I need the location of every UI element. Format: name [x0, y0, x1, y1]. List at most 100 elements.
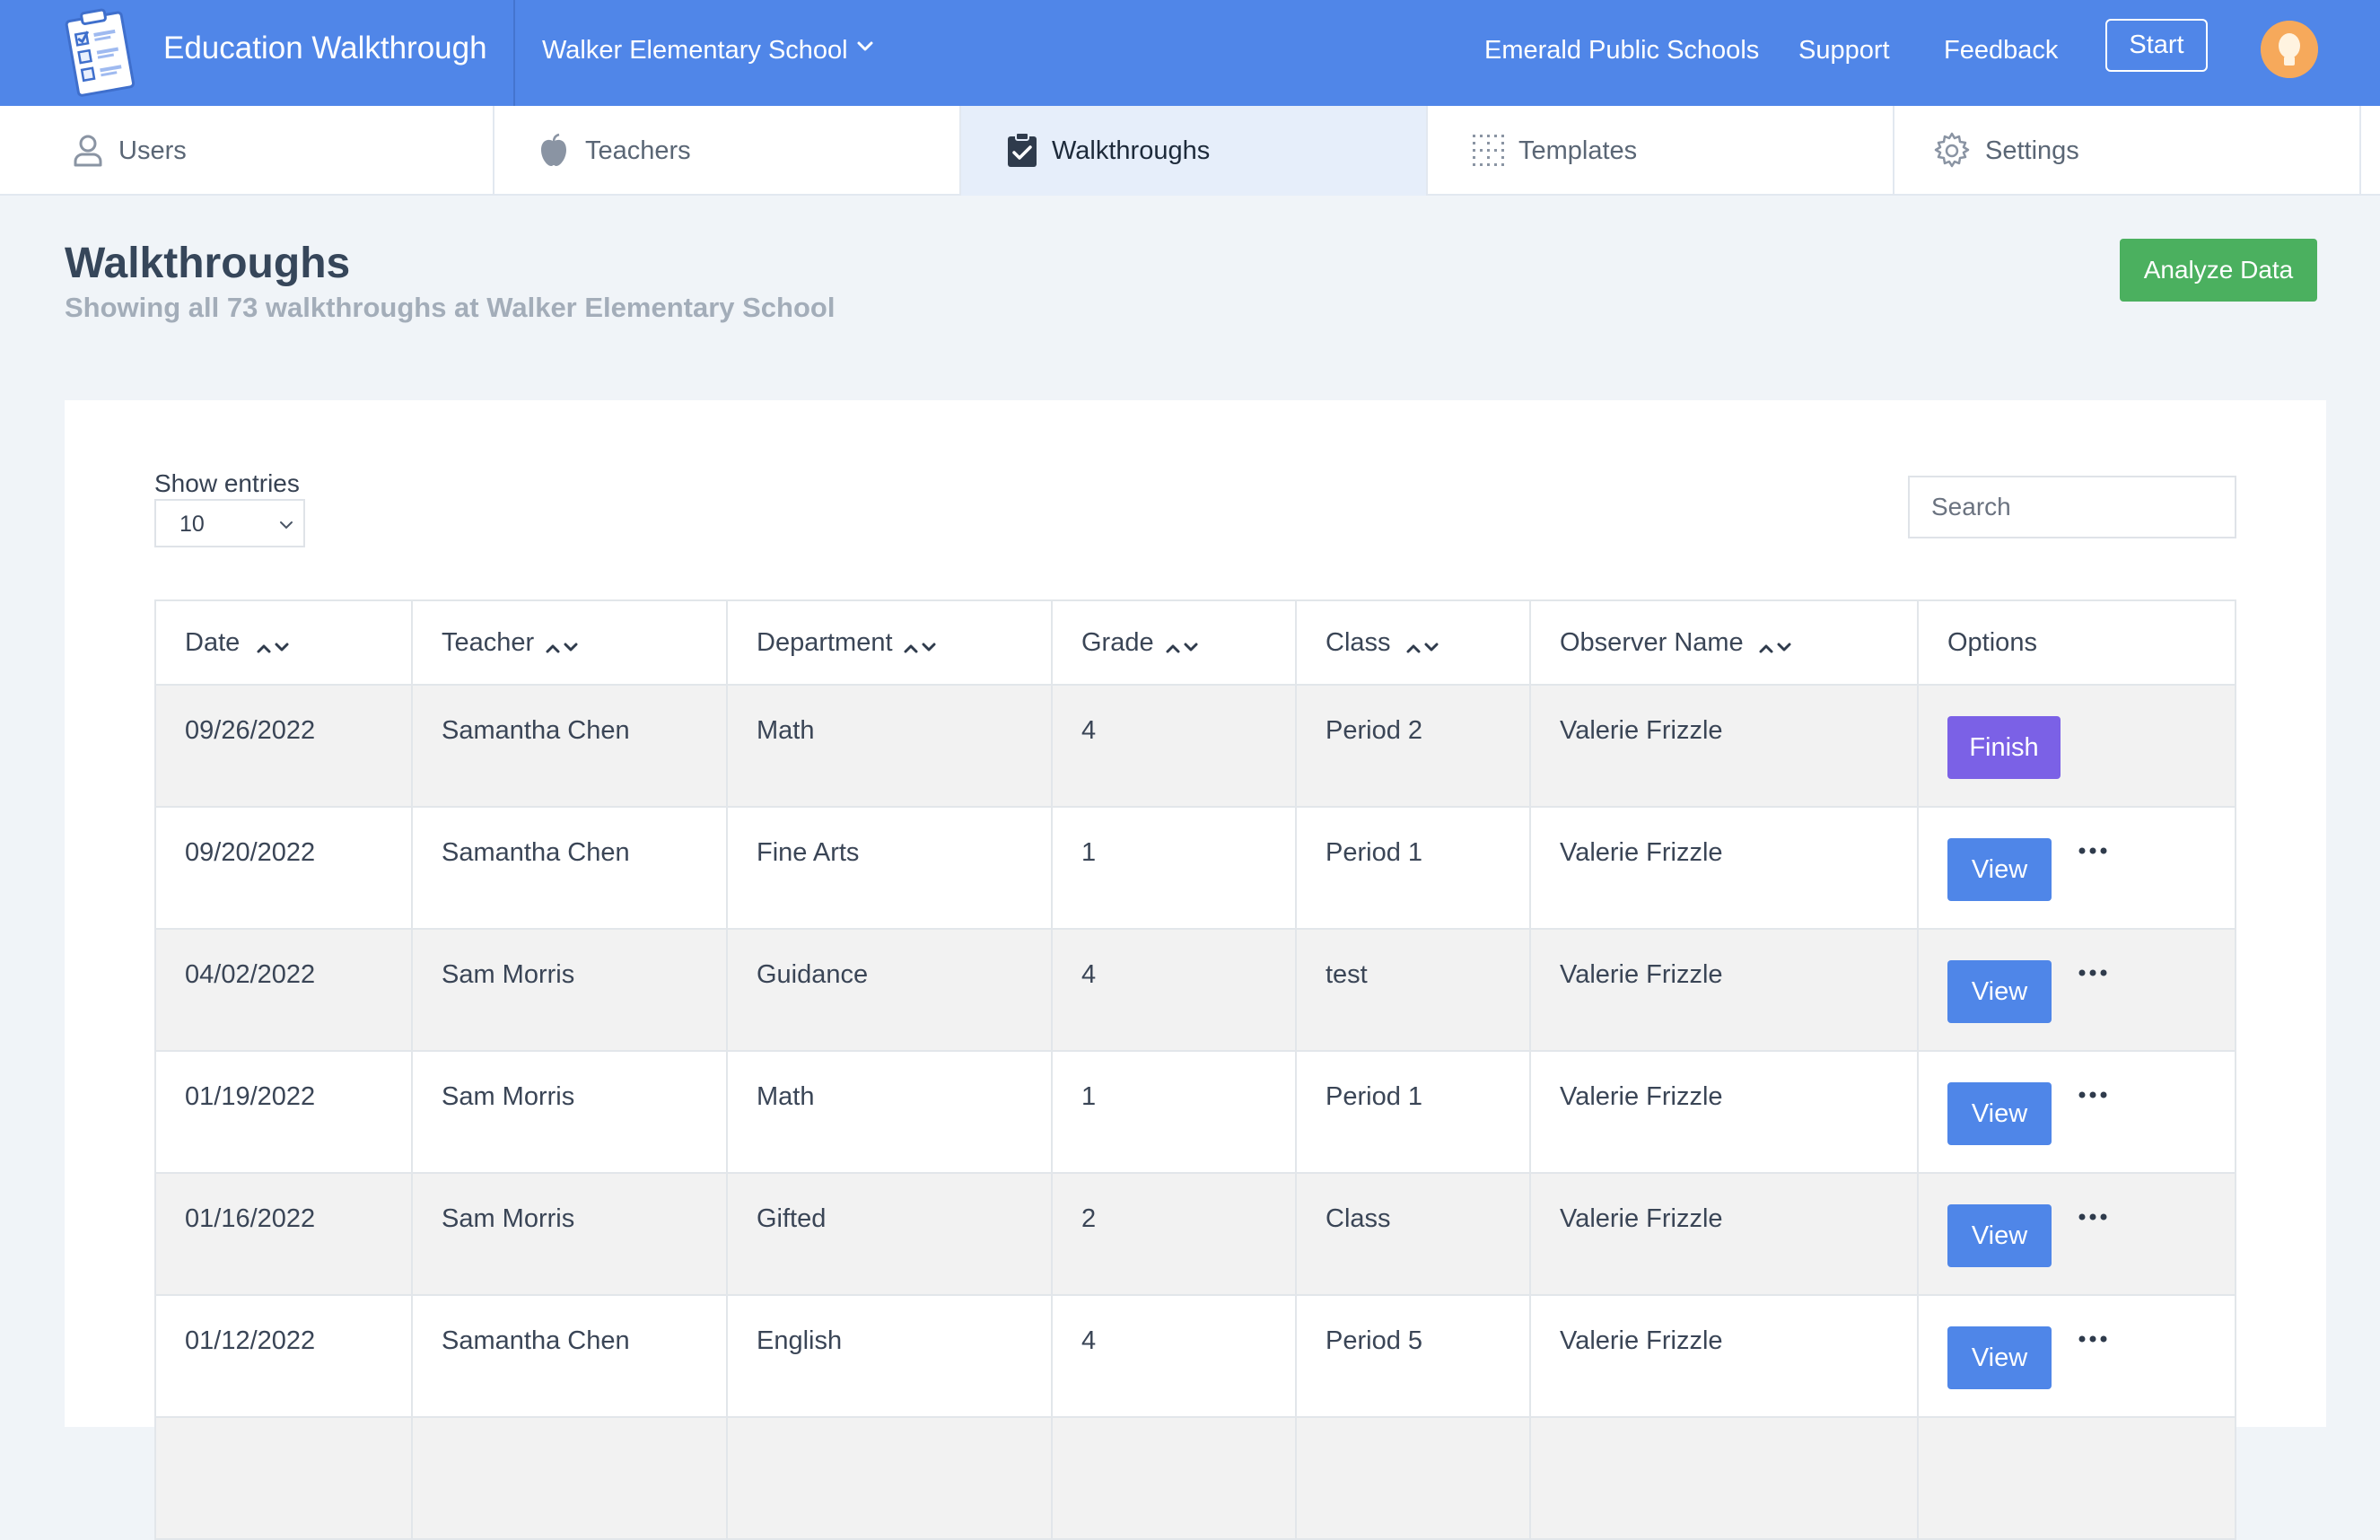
sort-icon[interactable] [255, 639, 294, 657]
entries-value: 10 [179, 512, 205, 537]
table-row[interactable]: 01/16/2022 Sam Morris Gifted 2 Class Val… [156, 1174, 2235, 1296]
user-icon [74, 135, 102, 167]
feedback-link[interactable]: Feedback [1944, 32, 2058, 68]
more-options-icon[interactable] [2075, 840, 2111, 862]
cell-text: Period 1 [1326, 838, 1423, 867]
clipboard-logo-icon[interactable] [59, 7, 142, 97]
sort-icon[interactable] [1757, 639, 1797, 657]
column-header-label: Department [757, 628, 893, 657]
cell-text: 09/20/2022 [185, 838, 316, 867]
view-button[interactable]: View [1947, 1082, 2052, 1145]
department-cell: English [728, 1296, 1053, 1416]
options-cell: View [1919, 808, 2235, 928]
column-header-class[interactable]: Class [1297, 601, 1531, 684]
tab-label: Teachers [585, 136, 691, 165]
view-button[interactable]: View [1947, 1326, 2052, 1389]
cell-text: Fine Arts [757, 838, 860, 867]
column-header-observer[interactable]: Observer Name [1531, 601, 1919, 684]
observer-cell: Valerie Frizzle [1531, 1174, 1919, 1294]
sort-icon[interactable] [544, 639, 583, 657]
teacher-cell: Sam Morris [413, 1174, 728, 1294]
date-cell: 01/19/2022 [156, 1052, 413, 1172]
column-header-options: Options [1919, 601, 2235, 684]
more-options-icon[interactable] [2075, 1206, 2111, 1228]
tab-label: Users [118, 136, 187, 165]
cell-text: Sam Morris [442, 1082, 575, 1111]
teacher-cell: Sam Morris [413, 930, 728, 1050]
top-navbar: Education Walkthrough Walker Elementary … [0, 0, 2380, 106]
cell-text: 01/19/2022 [185, 1082, 316, 1111]
observer-cell [1531, 1418, 1919, 1538]
grade-cell: 1 [1053, 1052, 1297, 1172]
teacher-cell: Samantha Chen [413, 1296, 728, 1416]
page-title: Walkthroughs [65, 240, 351, 287]
observer-cell: Valerie Frizzle [1531, 808, 1919, 928]
school-dropdown[interactable]: Walker Elementary School [513, 0, 901, 106]
department-cell: Math [728, 686, 1053, 806]
cell-text: test [1326, 960, 1368, 989]
cell-text: 1 [1081, 838, 1097, 867]
tab-templates[interactable]: Templates [1428, 106, 1894, 196]
sort-icon[interactable] [902, 639, 941, 657]
cell-text: Samantha Chen [442, 1326, 630, 1355]
app-title[interactable]: Education Walkthrough [163, 27, 487, 70]
cell-text: 4 [1081, 960, 1097, 989]
cell-text: Valerie Frizzle [1560, 1204, 1723, 1233]
tab-walkthroughs[interactable]: Walkthroughs [961, 106, 1428, 196]
column-header-label: Date [185, 628, 241, 657]
grade-cell [1053, 1418, 1297, 1538]
table-row[interactable]: 09/26/2022 Samantha Chen Math 4 Period 2… [156, 686, 2235, 808]
view-button[interactable]: View [1947, 838, 2052, 901]
cell-text: 04/02/2022 [185, 960, 316, 989]
more-options-icon[interactable] [2075, 1084, 2111, 1106]
column-header-grade[interactable]: Grade [1053, 601, 1297, 684]
class-cell: test [1297, 930, 1531, 1050]
entries-select[interactable]: 10 [154, 499, 305, 547]
support-link[interactable]: Support [1798, 32, 1890, 68]
column-header-department[interactable]: Department [728, 601, 1053, 684]
class-cell [1297, 1418, 1531, 1538]
tab-settings[interactable]: Settings [1894, 106, 2361, 196]
cell-text: 01/12/2022 [185, 1326, 316, 1355]
table-row[interactable]: 04/02/2022 Sam Morris Guidance 4 test Va… [156, 930, 2235, 1052]
chevron-down-icon [280, 521, 293, 529]
view-button[interactable]: View [1947, 1204, 2052, 1267]
grade-cell: 2 [1053, 1174, 1297, 1294]
analyze-data-button[interactable]: Analyze Data [2120, 239, 2317, 302]
finish-button[interactable]: Finish [1947, 716, 2061, 779]
date-cell: 09/26/2022 [156, 686, 413, 806]
column-header-teacher[interactable]: Teacher [413, 601, 728, 684]
sort-icon[interactable] [1164, 639, 1203, 657]
more-options-icon[interactable] [2075, 962, 2111, 984]
class-cell: Period 2 [1297, 686, 1531, 806]
tab-users[interactable]: Users [0, 106, 494, 196]
district-link[interactable]: Emerald Public Schools [1484, 32, 1759, 68]
cell-text: Valerie Frizzle [1560, 838, 1723, 867]
more-options-icon[interactable] [2075, 1328, 2111, 1350]
column-header-label: Observer Name [1560, 628, 1744, 657]
department-cell: Fine Arts [728, 808, 1053, 928]
search-input[interactable] [1908, 476, 2236, 538]
cell-text: Math [757, 1082, 815, 1111]
column-header-date[interactable]: Date [156, 601, 413, 684]
sort-icon[interactable] [1404, 639, 1444, 657]
start-button[interactable]: Start [2105, 19, 2208, 72]
cell-text: 2 [1081, 1204, 1097, 1233]
observer-cell: Valerie Frizzle [1531, 930, 1919, 1050]
column-header-label: Options [1947, 628, 2037, 657]
table-row[interactable]: 09/20/2022 Samantha Chen Fine Arts 1 Per… [156, 808, 2235, 930]
tab-teachers[interactable]: Teachers [494, 106, 961, 196]
avatar[interactable] [2261, 21, 2318, 78]
tab-label: Walkthroughs [1052, 136, 1211, 165]
table-row[interactable]: 01/19/2022 Sam Morris Math 1 Period 1 Va… [156, 1052, 2235, 1174]
department-cell: Gifted [728, 1174, 1053, 1294]
table-row[interactable]: 01/12/2022 Samantha Chen English 4 Perio… [156, 1296, 2235, 1418]
date-cell: 01/12/2022 [156, 1296, 413, 1416]
class-cell: Period 5 [1297, 1296, 1531, 1416]
lightbulb-icon [2261, 21, 2318, 78]
tab-label: Settings [1985, 136, 2079, 165]
date-cell: 09/20/2022 [156, 808, 413, 928]
view-button[interactable]: View [1947, 960, 2052, 1023]
observer-cell: Valerie Frizzle [1531, 1052, 1919, 1172]
table-row[interactable] [156, 1418, 2235, 1540]
